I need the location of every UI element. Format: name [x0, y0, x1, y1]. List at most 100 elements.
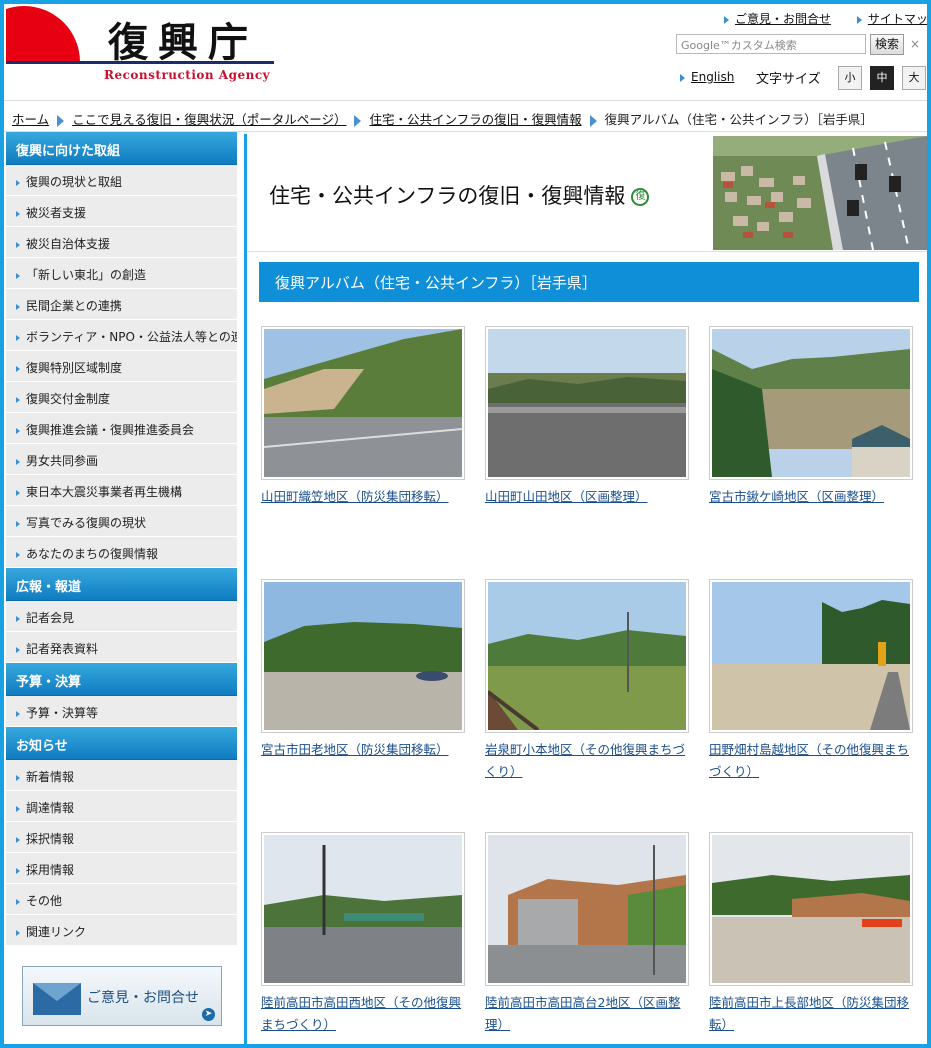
contact-banner-button[interactable]: ご意見・お問合せ ➤: [22, 966, 222, 1026]
sidebar-item[interactable]: ボランティア・NPO・公益法人等との連携: [6, 320, 237, 351]
breadcrumb-arrow-icon: [354, 114, 362, 127]
album-photo[interactable]: [485, 579, 689, 733]
album-caption[interactable]: 陸前高田市上長部地区（防災集団移転）: [709, 992, 913, 1036]
sidebar-item[interactable]: 「新しい東北」の創造: [6, 258, 237, 289]
album-item[interactable]: 陸前高田市高田高台2地区（区画整理）: [485, 832, 689, 1036]
album-item[interactable]: 岩泉町小本地区（その他復興まちづくり）: [485, 579, 689, 783]
album-photo[interactable]: [709, 832, 913, 986]
sidebar-item[interactable]: 採択情報: [6, 822, 237, 853]
bullet-icon: [16, 427, 20, 434]
album-photo[interactable]: [709, 326, 913, 480]
album-caption[interactable]: 岩泉町小本地区（その他復興まちづくり）: [485, 739, 689, 783]
bullet-icon: [16, 774, 20, 781]
sidebar-section-press[interactable]: 広報・報道: [6, 568, 237, 601]
sidebar-section-reconstruction[interactable]: 復興に向けた取組: [6, 132, 237, 165]
font-size-small-button[interactable]: 小: [838, 66, 862, 90]
sidebar-item-label: 民間企業との連携: [26, 299, 122, 313]
search-clear-icon[interactable]: ×: [910, 37, 920, 51]
sidebar-item[interactable]: 被災自治体支援: [6, 227, 237, 258]
album-caption[interactable]: 陸前高田市高田西地区（その他復興まちづくり）: [261, 992, 465, 1036]
font-size-large-button[interactable]: 大: [902, 66, 926, 90]
album-item[interactable]: 宮古市鍬ケ崎地区（区画整理）: [709, 326, 913, 508]
album-item[interactable]: 陸前高田市上長部地区（防災集団移転）: [709, 832, 913, 1036]
arrow-circle-icon: ➤: [202, 1008, 215, 1021]
sidebar-item[interactable]: 復興特別区域制度: [6, 351, 237, 382]
breadcrumb-home[interactable]: ホーム: [12, 112, 49, 127]
bullet-icon: [16, 179, 20, 186]
logo-text: 復興庁: [108, 19, 258, 66]
sidebar-item-label: 新着情報: [26, 770, 75, 784]
sidebar-item[interactable]: 写真でみる復興の現状: [6, 506, 237, 537]
breadcrumb-infrastructure[interactable]: 住宅・公共インフラの復旧・復興情報: [369, 112, 581, 127]
sitemap-link[interactable]: サイトマップ: [868, 12, 927, 26]
sidebar-item[interactable]: 復興の現状と取組: [6, 165, 237, 196]
bullet-icon: [16, 303, 20, 310]
album-item[interactable]: 山田町山田地区（区画整理）: [485, 326, 689, 508]
sidebar-item-label: 復興交付金制度: [26, 392, 111, 406]
album-caption[interactable]: 山田町織笠地区（防災集団移転）: [261, 486, 465, 508]
album-caption[interactable]: 田野畑村島越地区（その他復興まちづくり）: [709, 739, 913, 783]
page-frame: 復興庁 Reconstruction Agency ご意見・お問合せ サイトマッ…: [0, 0, 931, 1048]
sidebar-item-label: 東日本大震災事業者再生機構: [26, 485, 183, 499]
page-title: 住宅・公共インフラの復旧・復興情報復: [269, 180, 650, 210]
arrow-right-icon: [724, 15, 729, 24]
album-photo[interactable]: [485, 832, 689, 986]
album-caption[interactable]: 宮古市鍬ケ崎地区（区画整理）: [709, 486, 913, 508]
arrow-right-icon: [680, 73, 685, 82]
sidebar-item[interactable]: 新着情報: [6, 760, 237, 791]
sidebar-item[interactable]: 復興推進会議・復興推進委員会: [6, 413, 237, 444]
breadcrumb-arrow-icon: [57, 114, 65, 127]
sidebar-item[interactable]: あなたのまちの復興情報: [6, 537, 237, 568]
album-item[interactable]: 山田町織笠地区（防災集団移転）: [261, 326, 465, 508]
sidebar-item[interactable]: 復興交付金制度: [6, 382, 237, 413]
album-photo[interactable]: [261, 832, 465, 986]
sidebar-item-label: 関連リンク: [26, 925, 87, 939]
bullet-icon: [16, 272, 20, 279]
bullet-icon: [16, 929, 20, 936]
sidebar-item[interactable]: 予算・決算等: [6, 696, 237, 727]
album-item[interactable]: 宮古市田老地区（防災集団移転）: [261, 579, 465, 761]
sidebar-item[interactable]: 記者発表資料: [6, 632, 237, 663]
sidebar-item[interactable]: 関連リンク: [6, 915, 237, 946]
bullet-icon: [16, 898, 20, 905]
sidebar-item[interactable]: その他: [6, 884, 237, 915]
sidebar-item[interactable]: 男女共同参画: [6, 444, 237, 475]
album-caption[interactable]: 宮古市田老地区（防災集団移転）: [261, 739, 465, 761]
search-input[interactable]: Google™カスタム検索: [676, 34, 866, 54]
sidebar-item[interactable]: 採用情報: [6, 853, 237, 884]
sidebar-section-news[interactable]: お知らせ: [6, 727, 237, 760]
english-link[interactable]: English: [691, 70, 734, 84]
album-photo[interactable]: [261, 326, 465, 480]
sidebar-item[interactable]: 調達情報: [6, 791, 237, 822]
album-item[interactable]: 陸前高田市高田西地区（その他復興まちづくり）: [261, 832, 465, 1036]
page-banner: 住宅・公共インフラの復旧・復興情報復: [247, 134, 927, 252]
sidebar-item[interactable]: 東日本大震災事業者再生機構: [6, 475, 237, 506]
album-photo[interactable]: [261, 579, 465, 733]
album-photo[interactable]: [709, 579, 913, 733]
search-button[interactable]: 検索: [870, 34, 904, 55]
page-title-text: 住宅・公共インフラの復旧・復興情報: [269, 184, 626, 208]
sidebar-item[interactable]: 民間企業との連携: [6, 289, 237, 320]
bullet-icon: [16, 646, 20, 653]
font-size-medium-button[interactable]: 中: [870, 66, 894, 90]
main-content: 住宅・公共インフラの復旧・復興情報復 復興アルバム（住宅・公共インフラ）［岩手県…: [244, 134, 927, 1044]
bullet-icon: [16, 710, 20, 717]
bullet-icon: [16, 365, 20, 372]
contact-link[interactable]: ご意見・お問合せ: [735, 12, 831, 26]
language-switch: English: [680, 70, 734, 84]
breadcrumb-portal[interactable]: ここで見える復旧・復興状況（ポータルページ）: [72, 112, 346, 127]
sidebar-item[interactable]: 記者会見: [6, 601, 237, 632]
bullet-icon: [16, 396, 20, 403]
contact-banner-label: ご意見・お問合せ: [87, 990, 199, 1006]
sidebar-section-budget[interactable]: 予算・決算: [6, 663, 237, 696]
album-caption[interactable]: 陸前高田市高田高台2地区（区画整理）: [485, 992, 689, 1036]
sidebar-item-label: あなたのまちの復興情報: [26, 547, 159, 561]
bullet-icon: [16, 615, 20, 622]
arrow-right-icon: [856, 15, 862, 24]
sidebar-item[interactable]: 被災者支援: [6, 196, 237, 227]
bullet-icon: [16, 867, 20, 874]
album-caption[interactable]: 山田町山田地区（区画整理）: [485, 486, 689, 508]
album-item[interactable]: 田野畑村島越地区（その他復興まちづくり）: [709, 579, 913, 783]
album-photo[interactable]: [485, 326, 689, 480]
utility-links: ご意見・お問合せ サイトマップ: [724, 10, 927, 27]
